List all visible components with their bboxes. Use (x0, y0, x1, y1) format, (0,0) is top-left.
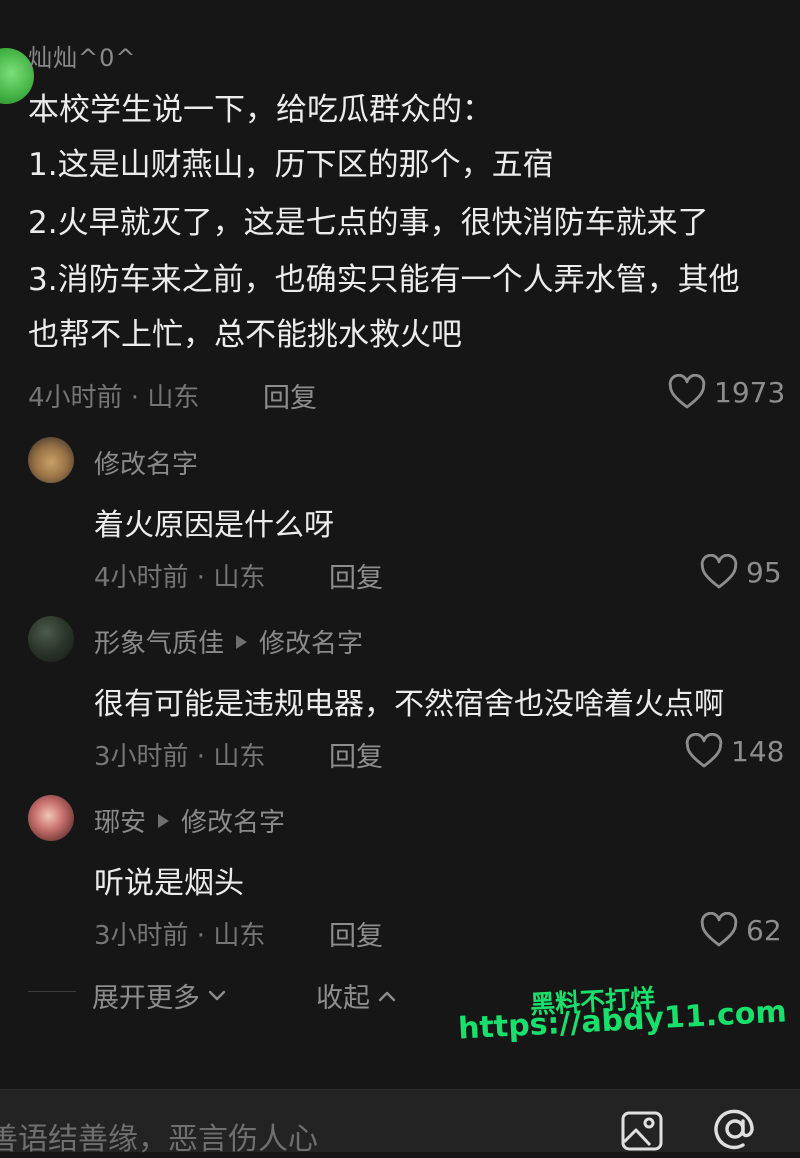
main-comment-username[interactable]: 灿灿^0^ (28, 38, 137, 73)
reply-avatar[interactable] (28, 437, 74, 483)
at-icon[interactable] (710, 1104, 760, 1158)
main-comment-line-4: 3.消防车来之前，也确实只能有一个人弄水管，其他 (28, 262, 740, 298)
reply-text: 着火原因是什么呀 (94, 508, 334, 543)
main-comment-like-button[interactable]: 1973 (668, 374, 785, 410)
heart-outline-icon (700, 554, 738, 589)
reply-text: 听说是烟头 (94, 866, 244, 901)
image-icon[interactable] (620, 1110, 664, 1156)
reply-reply-button[interactable]: 回复 (329, 914, 383, 953)
main-comment-line-1: 本校学生说一下，给吃瓜群众的： (28, 92, 493, 128)
main-comment-line-5: 也帮不上忙，总不能挑水救火吧 (28, 317, 462, 353)
reply-username[interactable]: 形象气质佳 (94, 623, 224, 660)
reply-reply-button[interactable]: 回复 (329, 735, 383, 774)
reply-like-button[interactable]: 95 (700, 554, 782, 590)
main-comment-line-2: 1.这是山财燕山，历下区的那个，五宿 (28, 147, 554, 183)
main-comment-reply-button[interactable]: 回复 (263, 376, 317, 415)
reply-username-row: 琊安 修改名字 (94, 802, 285, 839)
heart-outline-icon (700, 912, 738, 947)
collapse-label: 收起 (316, 983, 370, 1014)
reply-like-button[interactable]: 148 (685, 733, 784, 769)
expand-more-label: 展开更多 (92, 983, 200, 1014)
reply-reply-button[interactable]: 回复 (329, 556, 383, 595)
reply-arrow-icon (236, 634, 248, 649)
reply-avatar[interactable] (28, 616, 74, 662)
reply-text: 很有可能是违规电器，不然宿舍也没啥着火点啊 (94, 687, 724, 722)
reply-like-count: 62 (746, 913, 782, 947)
reply-like-count: 148 (731, 734, 785, 768)
comment-input[interactable]: 善语结善缘，恶言伤人心 (0, 1114, 318, 1158)
reply-to-username[interactable]: 修改名字 (259, 623, 363, 660)
reply-arrow-icon (158, 813, 170, 828)
main-comment-like-count: 1973 (714, 375, 786, 409)
heart-outline-icon (668, 374, 706, 409)
reply-meta: 4小时前 · 山东 (94, 563, 266, 593)
reply-username[interactable]: 琊安 (94, 802, 146, 839)
thread-divider (28, 991, 76, 992)
reply-avatar[interactable] (28, 795, 74, 841)
reply-meta: 3小时前 · 山东 (94, 921, 266, 951)
reply-like-button[interactable]: 62 (700, 912, 782, 948)
collapse-button[interactable]: 收起 (316, 976, 396, 1015)
reply-like-count: 95 (746, 555, 782, 589)
reply-username-row: 修改名字 (94, 444, 198, 481)
chevron-down-icon (208, 990, 226, 1000)
reply-username[interactable]: 修改名字 (94, 444, 198, 481)
reply-username-row: 形象气质佳 修改名字 (94, 623, 363, 660)
reply-to-username[interactable]: 修改名字 (181, 802, 285, 839)
main-comment-line-3: 2.火早就灭了，这是七点的事，很快消防车就来了 (28, 205, 709, 241)
expand-more-button[interactable]: 展开更多 (92, 976, 226, 1015)
chevron-up-icon (378, 991, 396, 1001)
heart-outline-icon (685, 733, 723, 768)
reply-meta: 3小时前 · 山东 (94, 742, 266, 772)
main-comment-meta: 4小时前 · 山东 (28, 383, 200, 413)
watermark-url: https://abdy11.com (457, 994, 788, 1047)
